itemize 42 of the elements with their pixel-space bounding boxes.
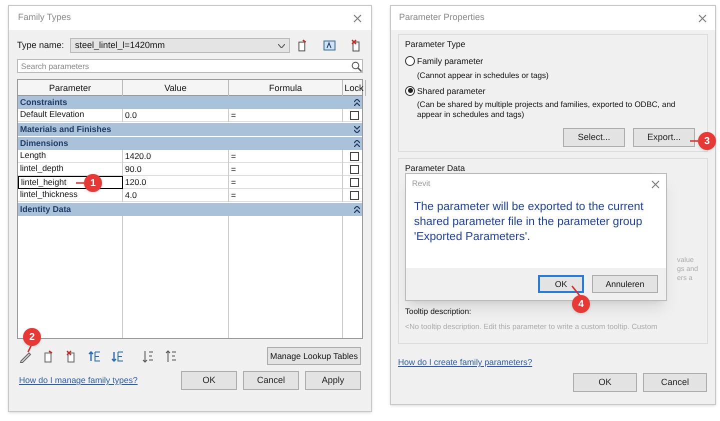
search-field[interactable]: Search parameters (17, 59, 363, 73)
table-cell[interactable]: = (229, 176, 343, 189)
manage-lookup-tables-button[interactable]: Manage Lookup Tables (267, 347, 361, 365)
table-cell[interactable]: = (229, 163, 343, 176)
group-header[interactable]: Identity Data (18, 203, 362, 216)
table-cell[interactable]: = (229, 109, 343, 122)
dialog-button[interactable]: Cancel (643, 372, 707, 392)
dialog-button[interactable]: Apply (305, 371, 361, 390)
dialog-button[interactable]: OK (181, 371, 237, 390)
option-description: (Cannot appear in schedules or tags) (416, 70, 550, 80)
group-header[interactable]: Dimensions (18, 137, 362, 150)
group-label: Parameter Type (405, 38, 466, 51)
window-title: Family Types (18, 11, 71, 24)
field-label: Tooltip description: (405, 306, 472, 318)
table-cell[interactable]: Default Elevation (18, 109, 123, 122)
table-cell[interactable]: 90.0 (123, 163, 229, 176)
dialog-button[interactable]: Cancel (243, 371, 299, 390)
field-label: Type name: (17, 38, 64, 52)
window-title: Revit (412, 178, 430, 190)
table-cell[interactable]: 120.0 (123, 176, 229, 189)
help-link[interactable]: How do I manage family types? (19, 374, 138, 387)
dialog-button[interactable]: Select... (563, 128, 625, 147)
table-cell[interactable]: = (229, 189, 343, 202)
table-cell[interactable]: 1420.0 (123, 150, 229, 163)
dialog-button[interactable]: Export... (633, 128, 695, 147)
group-header[interactable]: Constraints (18, 96, 362, 109)
help-link[interactable]: How do I create family parameters? (398, 356, 708, 369)
option-description: (Can be shared by multiple projects and families, exported to ODBC, and appear in schedules and tags) (416, 100, 676, 120)
table-cell[interactable]: 4.0 (123, 189, 229, 202)
table-cell[interactable]: = (229, 150, 343, 163)
radio-label[interactable]: Shared parameter (417, 84, 486, 98)
radio-label[interactable]: Family parameter (417, 54, 484, 68)
dialog-button[interactable]: OK (573, 372, 637, 392)
dialog-button[interactable]: Annuleren (592, 275, 658, 293)
group-header[interactable]: Materials and Finishes (18, 123, 362, 136)
group-label: Parameter Data (405, 162, 466, 175)
table-cell[interactable]: 0.0 (123, 109, 229, 122)
dialog-button[interactable]: OK (538, 275, 584, 293)
window-title: Parameter Properties (399, 11, 485, 24)
message-text: The parameter will be exported to the current shared parameter file in the parameter group 'Exported Parameters'. (413, 200, 644, 245)
table-cell[interactable]: Length (18, 150, 123, 163)
type-name-dropdown[interactable]: steel_lintel_l=1420mm (70, 38, 290, 53)
